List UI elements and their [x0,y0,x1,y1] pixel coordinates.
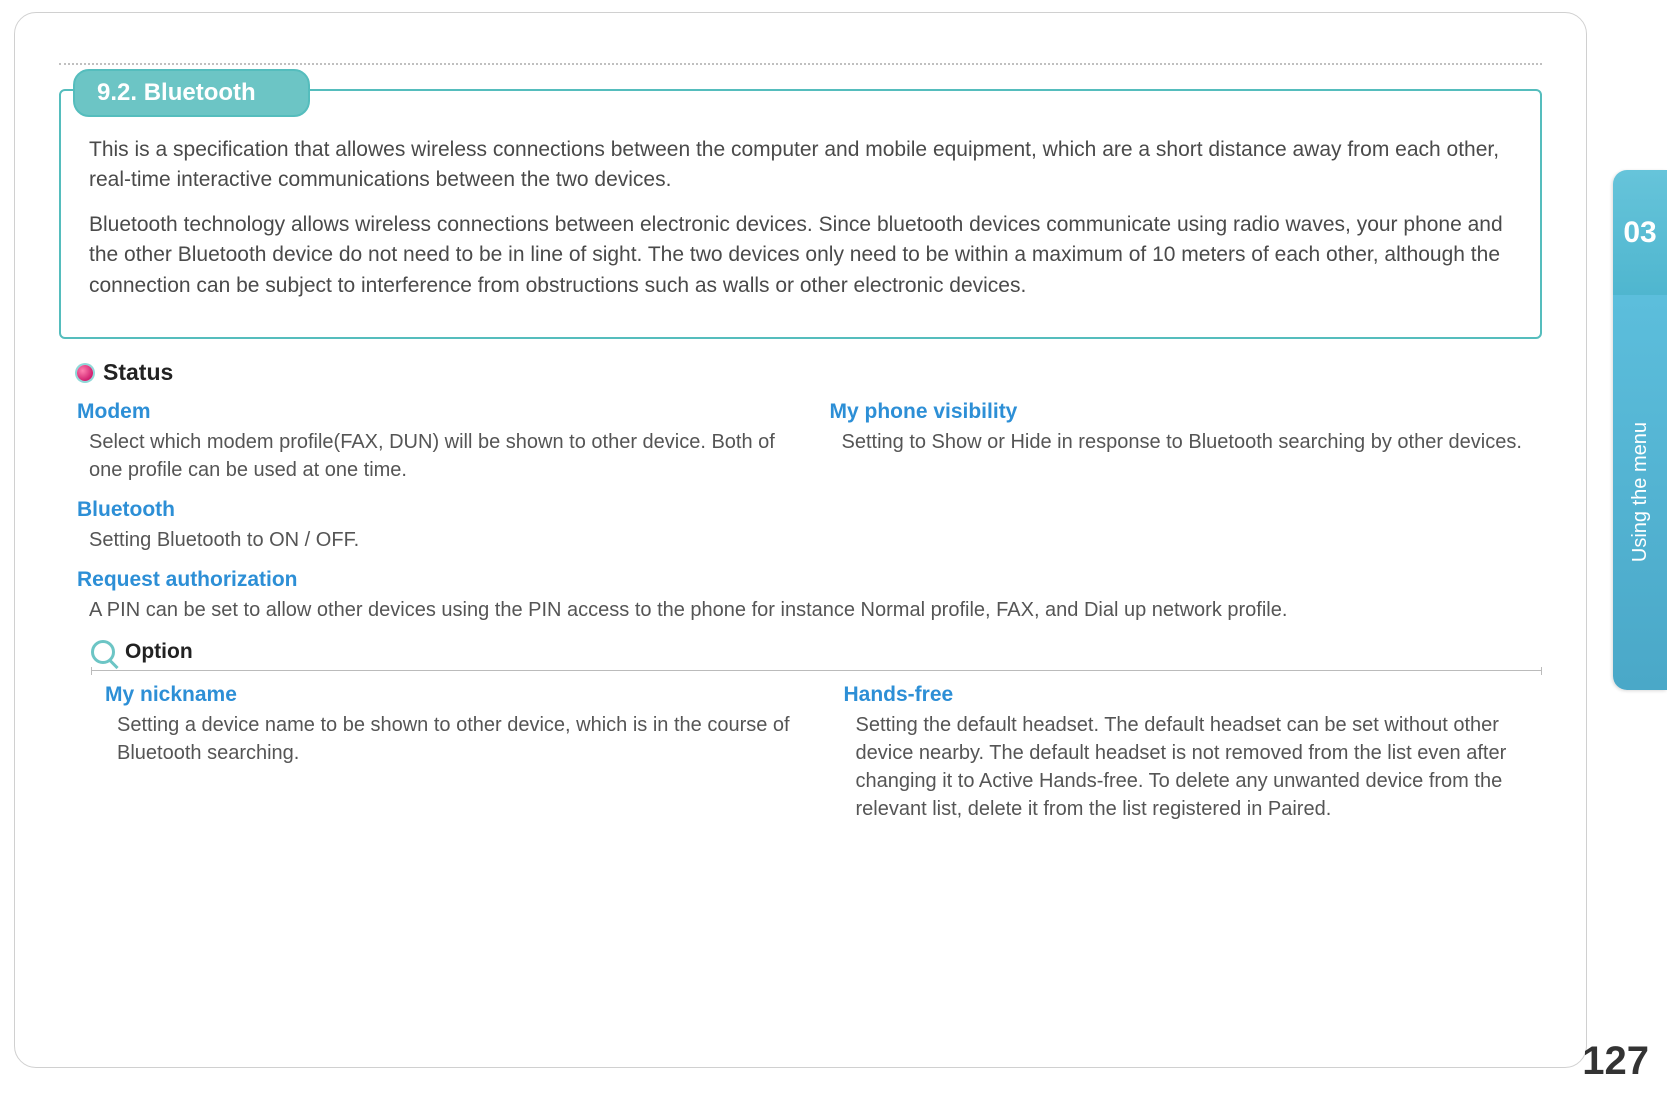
chapter-title: Using the menu [1629,422,1652,562]
status-col-left: Modem Select which modem profile(FAX, DU… [77,400,790,568]
side-chapter-tab: 03 Using the menu [1613,170,1667,690]
option-col-right: Hands-free Setting the default headset. … [844,683,1543,837]
item-body: Setting Bluetooth to ON / OFF. [77,526,790,554]
status-columns: Modem Select which modem profile(FAX, DU… [59,400,1542,568]
item-bluetooth: Bluetooth Setting Bluetooth to ON / OFF. [77,498,790,554]
item-body: Select which modem profile(FAX, DUN) wil… [77,428,790,484]
item-visibility: My phone visibility Setting to Show or H… [830,400,1543,456]
option-heading-row: Option [91,640,1542,664]
section-intro: This is a specification that allowes wir… [89,135,1512,301]
section-title-tab: 9.2. Bluetooth [73,69,310,117]
section-box: 9.2. Bluetooth This is a specification t… [59,89,1542,339]
page-number: 127 [1582,1039,1649,1084]
item-title: Hands-free [844,683,1543,707]
item-title: My phone visibility [830,400,1543,424]
status-heading-row: Status [77,359,1542,386]
chapter-number: 03 [1623,216,1656,250]
page-frame: 9.2. Bluetooth This is a specification t… [14,12,1587,1068]
item-modem: Modem Select which modem profile(FAX, DU… [77,400,790,484]
item-body: A PIN can be set to allow other devices … [77,596,1542,624]
option-divider [91,670,1542,671]
item-body: Setting to Show or Hide in response to B… [830,428,1543,456]
item-handsfree: Hands-free Setting the default headset. … [844,683,1543,823]
item-body: Setting the default headset. The default… [844,711,1543,823]
magnifier-icon [91,640,115,664]
status-heading: Status [103,359,173,386]
bullet-icon [77,365,93,381]
dotted-divider [59,63,1542,65]
status-col-right: My phone visibility Setting to Show or H… [830,400,1543,568]
item-nickname: My nickname Setting a device name to be … [105,683,804,767]
option-block: Option My nickname Setting a device name… [91,640,1542,837]
side-tab-number: 03 [1613,170,1667,295]
item-body: Setting a device name to be shown to oth… [105,711,804,767]
item-title: Bluetooth [77,498,790,522]
option-columns: My nickname Setting a device name to be … [91,683,1542,837]
option-col-left: My nickname Setting a device name to be … [105,683,804,837]
item-title: Modem [77,400,790,424]
item-title: My nickname [105,683,804,707]
item-title: Request authorization [77,568,1542,592]
item-request-auth: Request authorization A PIN can be set t… [59,568,1542,624]
side-tab-title: Using the menu [1613,295,1667,690]
intro-paragraph-2: Bluetooth technology allows wireless con… [89,210,1512,301]
option-heading: Option [125,640,193,664]
intro-paragraph-1: This is a specification that allowes wir… [89,135,1512,196]
